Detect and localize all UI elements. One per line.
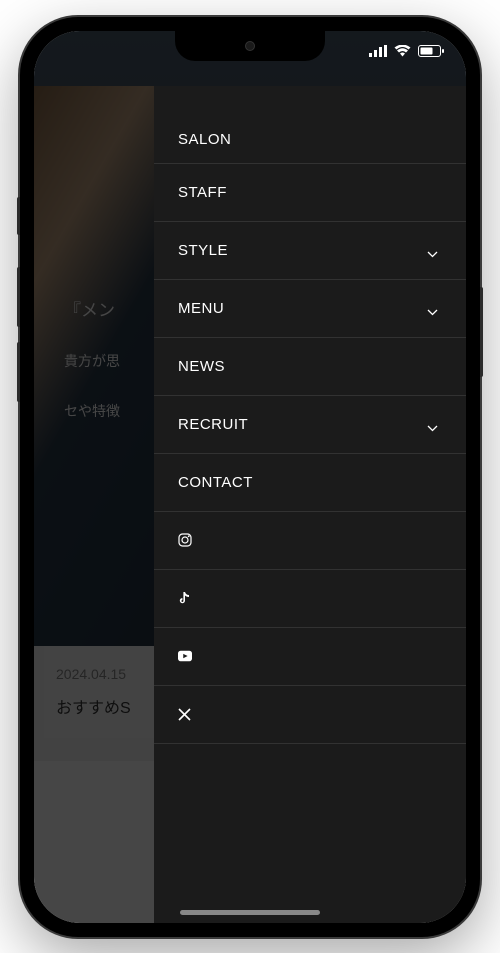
chevron-down-icon	[427, 303, 438, 314]
volume-up-button	[17, 267, 20, 327]
menu-item-style[interactable]: STYLE	[154, 222, 466, 280]
menu-item-youtube[interactable]	[154, 628, 466, 686]
nav-menu-panel: SALON STAFF STYLE MENU NEWS RECR	[154, 86, 466, 923]
cellular-signal-icon	[369, 45, 387, 57]
menu-label: STYLE	[178, 242, 228, 259]
status-bar	[369, 45, 444, 57]
menu-item-contact[interactable]: CONTACT	[154, 454, 466, 512]
wifi-icon	[394, 45, 411, 57]
menu-item-menu[interactable]: MENU	[154, 280, 466, 338]
phone-frame: 『メン 貴方が思 セや特徴 2024.04.15 おすすめS 時 手 人気は中 …	[20, 17, 480, 937]
menu-label: STAFF	[178, 184, 227, 201]
menu-item-instagram[interactable]	[154, 512, 466, 570]
menu-label: SALON	[178, 131, 231, 148]
menu-label: RECRUIT	[178, 416, 248, 433]
tiktok-icon	[178, 591, 192, 605]
volume-down-button	[17, 342, 20, 402]
menu-item-salon[interactable]: SALON	[154, 86, 466, 164]
notch	[175, 31, 325, 61]
youtube-icon	[178, 649, 192, 663]
menu-item-tiktok[interactable]	[154, 570, 466, 628]
screen: 『メン 貴方が思 セや特徴 2024.04.15 おすすめS 時 手 人気は中 …	[34, 31, 466, 923]
menu-item-recruit[interactable]: RECRUIT	[154, 396, 466, 454]
power-button	[480, 287, 483, 377]
menu-label: NEWS	[178, 358, 225, 375]
menu-label: CONTACT	[178, 474, 253, 491]
instagram-icon	[178, 533, 192, 547]
battery-icon	[418, 45, 444, 57]
menu-item-x[interactable]	[154, 686, 466, 744]
mute-switch	[17, 197, 20, 235]
menu-label: MENU	[178, 300, 224, 317]
menu-item-staff[interactable]: STAFF	[154, 164, 466, 222]
front-camera	[245, 41, 255, 51]
home-indicator[interactable]	[180, 910, 320, 915]
chevron-down-icon	[427, 245, 438, 256]
menu-item-news[interactable]: NEWS	[154, 338, 466, 396]
x-icon	[178, 707, 192, 721]
chevron-down-icon	[427, 419, 438, 430]
